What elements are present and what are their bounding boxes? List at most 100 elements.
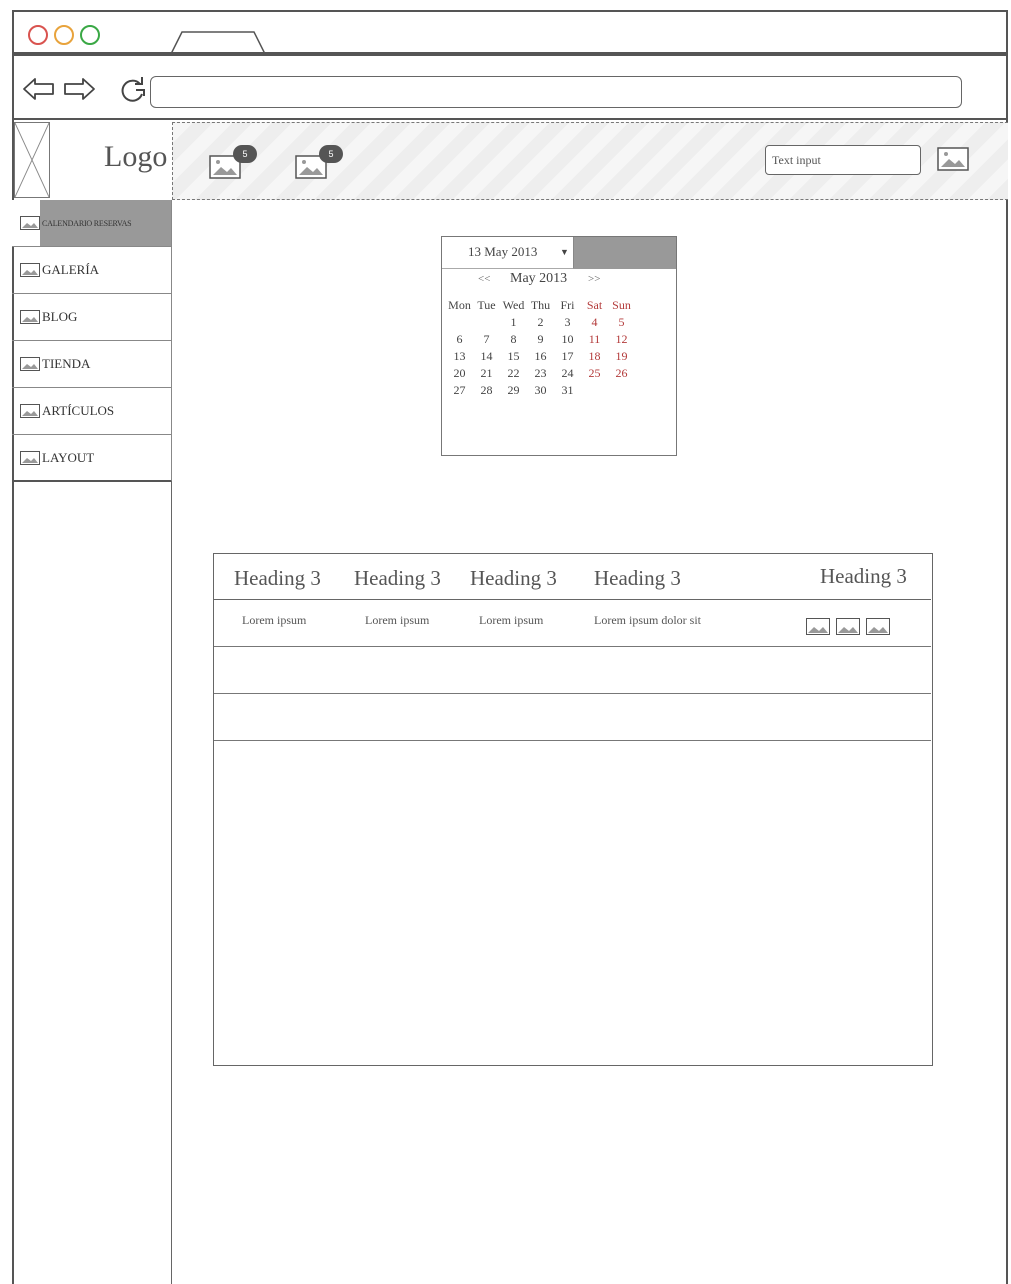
image-icon[interactable] <box>836 618 860 635</box>
calendar-day <box>608 382 635 399</box>
calendar-day[interactable]: 28 <box>473 382 500 399</box>
calendar-weekdays: Mon Tue Wed Thu Fri Sat Sun <box>446 297 642 314</box>
date-field[interactable]: 13 May 2013 <box>442 237 574 269</box>
calendar-day[interactable]: 6 <box>446 331 473 348</box>
calendar-day[interactable]: 30 <box>527 382 554 399</box>
weekday-label: Tue <box>477 298 496 312</box>
table-header-row: Heading 3 Heading 3 Heading 3 Heading 3 … <box>214 554 931 600</box>
caret-down-icon[interactable]: ▼ <box>560 247 569 257</box>
url-input[interactable] <box>150 76 962 108</box>
sidebar-item-galeria[interactable]: GALERÍA <box>12 247 172 294</box>
forward-arrow-icon[interactable] <box>62 76 96 102</box>
calendar-day[interactable]: 12 <box>608 331 635 348</box>
weekday-label: Fri <box>560 298 575 312</box>
calendar-day[interactable]: 9 <box>527 331 554 348</box>
table-row[interactable] <box>214 694 931 741</box>
weekday-label: Sun <box>612 298 631 312</box>
date-picker-header-fill <box>574 237 676 269</box>
weekday-label: Sat <box>586 298 603 312</box>
calendar-day[interactable]: 15 <box>500 348 527 365</box>
calendar-day[interactable]: 2 <box>527 314 554 331</box>
calendar-day[interactable]: 31 <box>554 382 581 399</box>
table-heading: Heading 3 <box>820 564 907 588</box>
sidebar-nav: CALENDARIO RESERVAS GALERÍA BLOG TIENDA … <box>12 200 172 482</box>
calendar-day[interactable]: 17 <box>554 348 581 365</box>
maximize-window-button[interactable] <box>80 25 100 45</box>
close-window-button[interactable] <box>28 25 48 45</box>
date-picker: 13 May 2013 ▼ << May 2013 >> Mon Tue Wed Th… <box>441 236 677 456</box>
calendar-day[interactable]: 16 <box>527 348 554 365</box>
calendar-week: 20 21 22 23 24 25 26 <box>446 365 642 382</box>
image-icon[interactable] <box>806 618 830 635</box>
calendar-day[interactable]: 11 <box>581 331 608 348</box>
calendar-weeks: 1 2 3 4 5 6 7 8 9 10 11 12 13 14 15 16 17 18 19 20 21 22 23 24 2… <box>446 314 642 399</box>
calendar-day[interactable]: 5 <box>608 314 635 331</box>
calendar-month-label: May 2013 <box>510 271 568 286</box>
calendar-day[interactable]: 3 <box>554 314 581 331</box>
notification-button-2[interactable]: 5 <box>295 145 355 181</box>
calendar-day[interactable]: 13 <box>446 348 473 365</box>
calendar-day[interactable]: 4 <box>581 314 608 331</box>
table-heading: Heading 3 <box>470 566 557 590</box>
calendar-day[interactable]: 21 <box>473 365 500 382</box>
image-icon[interactable] <box>937 147 969 171</box>
header-text-input[interactable] <box>765 145 921 175</box>
minimize-window-button[interactable] <box>54 25 74 45</box>
sidebar-item-blog[interactable]: BLOG <box>12 294 172 341</box>
sidebar-item-articulos[interactable]: ARTÍCULOS <box>12 388 172 435</box>
data-table: Heading 3 Heading 3 Heading 3 Heading 3 … <box>213 553 933 1066</box>
calendar-day[interactable]: 8 <box>500 331 527 348</box>
sidebar-item-label: GALERÍA <box>42 262 100 277</box>
calendar-day <box>446 314 473 331</box>
image-icon <box>20 216 40 230</box>
next-month-button[interactable]: >> <box>588 273 600 285</box>
calendar-day <box>473 314 500 331</box>
notification-button-1[interactable]: 5 <box>209 145 269 181</box>
row-actions <box>806 618 890 635</box>
calendar-week: 27 28 29 30 31 <box>446 382 642 399</box>
image-icon <box>20 263 40 277</box>
table-row[interactable] <box>214 647 931 694</box>
calendar-day[interactable]: 22 <box>500 365 527 382</box>
calendar-week: 13 14 15 16 17 18 19 <box>446 348 642 365</box>
image-icon[interactable] <box>866 618 890 635</box>
browser-tab[interactable] <box>169 30 267 56</box>
calendar-day[interactable]: 24 <box>554 365 581 382</box>
calendar-day[interactable]: 25 <box>581 365 608 382</box>
image-icon <box>20 450 40 465</box>
calendar-day[interactable]: 7 <box>473 331 500 348</box>
date-picker-header: 13 May 2013 ▼ <box>442 237 676 269</box>
calendar-week: 6 7 8 9 10 11 12 <box>446 331 642 348</box>
image-icon <box>20 310 40 324</box>
calendar-day[interactable]: 20 <box>446 365 473 382</box>
calendar-day[interactable]: 18 <box>581 348 608 365</box>
sidebar-item-layout[interactable]: LAYOUT <box>12 435 172 482</box>
calendar-day[interactable]: 27 <box>446 382 473 399</box>
calendar-nav: << May 2013 >> <box>442 271 675 291</box>
sidebar-item-calendario-reservas[interactable]: CALENDARIO RESERVAS <box>12 200 172 247</box>
table-cell: Lorem ipsum <box>365 613 430 627</box>
calendar-day[interactable]: 29 <box>500 382 527 399</box>
table-cell: Lorem ipsum <box>242 613 307 627</box>
table-cell: Lorem ipsum <box>479 613 544 627</box>
notification-badge: 5 <box>233 145 257 163</box>
calendar-day[interactable]: 19 <box>608 348 635 365</box>
calendar-day[interactable]: 23 <box>527 365 554 382</box>
previous-month-button[interactable]: << <box>478 273 490 285</box>
back-arrow-icon[interactable] <box>22 76 56 102</box>
table-cell: Lorem ipsum dolor sit <box>594 613 701 627</box>
notification-badge: 5 <box>319 145 343 163</box>
calendar-day[interactable]: 14 <box>473 348 500 365</box>
image-icon <box>20 404 40 418</box>
calendar-day <box>581 382 608 399</box>
sidebar-item-label: LAYOUT <box>42 449 95 465</box>
sidebar-item-label: CALENDARIO RESERVAS <box>42 218 132 228</box>
table-row[interactable]: Lorem ipsum Lorem ipsum Lorem ipsum Lore… <box>214 600 931 647</box>
calendar-day[interactable]: 1 <box>500 314 527 331</box>
calendar-day[interactable]: 26 <box>608 365 635 382</box>
calendar-day[interactable]: 10 <box>554 331 581 348</box>
calendar-week: 12345 <box>446 314 642 331</box>
logo-text: Logo <box>104 140 168 173</box>
reload-icon[interactable] <box>118 76 148 106</box>
sidebar-item-tienda[interactable]: TIENDA <box>12 341 172 388</box>
